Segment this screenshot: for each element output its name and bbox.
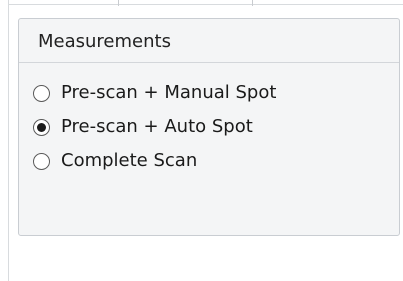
- option-label: Pre-scan + Manual Spot: [61, 82, 277, 103]
- top-tick-mark: [252, 0, 253, 6]
- panel-top-border: [8, 4, 403, 5]
- option-prescan-auto-spot[interactable]: Pre-scan + Auto Spot: [33, 116, 399, 138]
- measurements-group-title: Measurements: [19, 19, 399, 63]
- panel-left-border: [8, 0, 9, 281]
- option-complete-scan[interactable]: Complete Scan: [33, 150, 399, 172]
- measurement-options: Pre-scan + Manual Spot Pre-scan + Auto S…: [19, 63, 399, 172]
- radio-prescan-manual-spot[interactable]: [33, 84, 50, 102]
- measurements-group: Measurements Pre-scan + Manual Spot Pre-…: [18, 18, 400, 236]
- radio-prescan-auto-spot[interactable]: [33, 118, 50, 136]
- top-tick-mark: [118, 0, 119, 6]
- radio-complete-scan[interactable]: [33, 152, 50, 170]
- option-label: Pre-scan + Auto Spot: [61, 116, 253, 137]
- option-label: Complete Scan: [61, 150, 198, 171]
- option-prescan-manual-spot[interactable]: Pre-scan + Manual Spot: [33, 82, 399, 104]
